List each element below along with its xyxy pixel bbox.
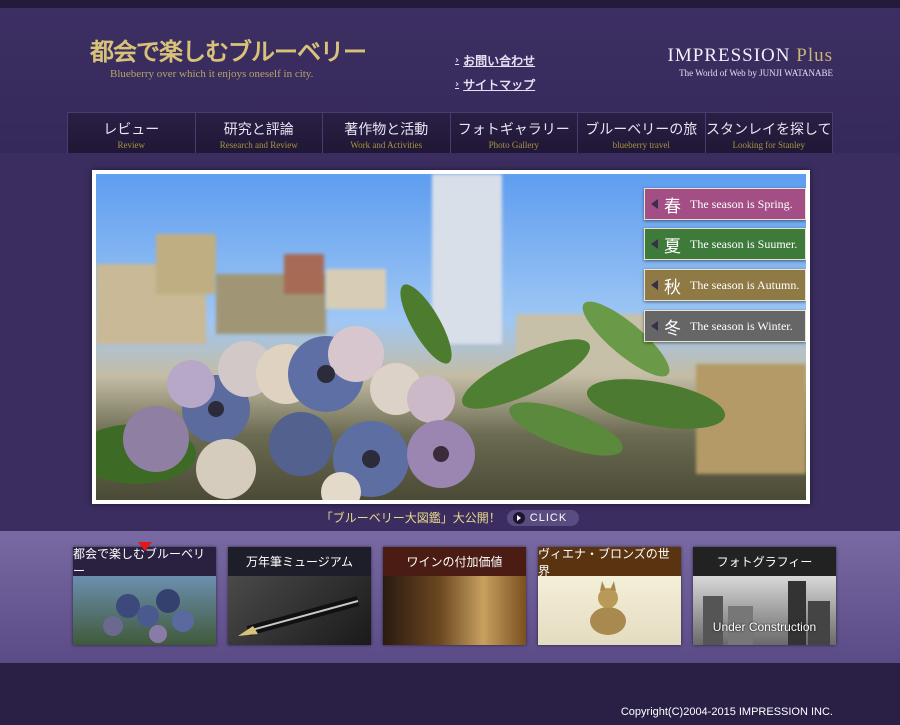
nav-item-label: 研究と評論 [223, 122, 294, 138]
sitemap-link-label: サイトマップ [463, 78, 536, 92]
season-label: The season is Spring. [690, 196, 793, 211]
season-kanji: 夏 [664, 236, 681, 257]
nav-item-label: スタンレイを探して [705, 122, 832, 138]
season-kanji: 春 [664, 196, 681, 217]
season-kanji: 秋 [664, 277, 681, 298]
season-label: The season is Suumer. [690, 236, 798, 251]
brand-tagline: The World of Web by JUNJI WATANABE [679, 68, 833, 78]
click-button-label: CLICK [529, 511, 568, 524]
hero-caption: 「ブルーベリー大図鑑」大公開！ CLICK [0, 507, 900, 526]
chevron-right-icon: › [455, 55, 460, 66]
nav-item-sublabel: Work and Activities [350, 140, 423, 150]
click-button[interactable]: CLICK [506, 509, 580, 526]
arrow-left-icon [651, 239, 658, 249]
brand-name: IMPRESSION Plus [668, 45, 833, 67]
arrow-left-icon [651, 321, 658, 331]
hero-banner: 春 The season is Spring. 夏 The season is Su… [92, 170, 810, 504]
arrow-left-icon [651, 280, 658, 290]
nav-item-sublabel: blueberry travel [612, 140, 670, 150]
season-kanji: 冬 [664, 318, 681, 339]
card-title: 都会で楽しむブルーベリー [73, 547, 216, 578]
copyright-text: Copyright(C)2004-2015 IMPRESSION INC. [620, 706, 833, 718]
nav-item-blueberry-travel[interactable]: ブルーベリーの旅 blueberry travel [578, 113, 706, 155]
card-wine[interactable]: ワインの付加価値 [383, 547, 526, 645]
card-image: Under Construction [693, 576, 836, 645]
arrow-left-icon [651, 199, 658, 209]
site-header: 都会で楽しむブルーベリー Blueberry over which it enj… [0, 8, 900, 155]
nav-item-sublabel: Looking for Stanley [732, 140, 806, 150]
nav-item-sublabel: Review [117, 140, 146, 150]
card-image [538, 576, 681, 645]
card-photography[interactable]: フォトグラフィー Under Construction [693, 547, 836, 645]
chevron-right-icon: › [455, 79, 460, 90]
card-blueberry[interactable]: 都会で楽しむブルーベリー [73, 542, 216, 645]
play-icon [512, 511, 525, 524]
nav-item-review[interactable]: レビュー Review [67, 113, 196, 155]
card-vienna-bronze[interactable]: ヴィエナ・ブロンズの世界 [538, 547, 681, 645]
nav-item-sublabel: Photo Gallery [488, 140, 539, 150]
season-autumn-button[interactable]: 秋 The season is Autumn. [644, 269, 806, 301]
card-title: フォトグラフィー [693, 547, 836, 576]
card-title: ヴィエナ・ブロンズの世界 [538, 547, 681, 578]
card-title: ワインの付加価値 [383, 547, 526, 576]
season-label: The season is Autumn. [690, 277, 800, 292]
brand-name-plus: Plus [796, 45, 833, 66]
season-summer-button[interactable]: 夏 The season is Suumer. [644, 228, 806, 260]
blueberry-thumb [103, 589, 194, 643]
skyline-thumb [703, 581, 830, 645]
nav-item-photo-gallery[interactable]: フォトギャラリー Photo Gallery [451, 113, 578, 155]
header-links: › お問い合わせ › サイトマップ [455, 52, 535, 100]
feature-cards: 都会で楽しむブルーベリー 万年筆ミュージアム ワインの付加価値 ヴィエナ・ブロン… [73, 542, 836, 645]
top-strip [0, 0, 900, 8]
nav-item-label: ブルーベリーの旅 [585, 122, 698, 138]
current-marker-icon [138, 542, 152, 551]
fountain-pen-thumb [238, 596, 360, 636]
season-spring-button[interactable]: 春 The season is Spring. [644, 188, 806, 220]
nav-item-label: フォトギャラリー [457, 122, 570, 138]
card-fountain-pen[interactable]: 万年筆ミュージアム [228, 547, 371, 645]
sitemap-link[interactable]: › サイトマップ [455, 76, 535, 93]
nav-item-label: 著作物と活動 [344, 122, 429, 138]
site-logo-title[interactable]: 都会で楽しむブルーベリー [90, 32, 367, 67]
season-winter-button[interactable]: 冬 The season is Winter. [644, 310, 806, 342]
card-image [73, 576, 216, 645]
main-nav: レビュー Review 研究と評論 Research and Review 著作… [67, 112, 833, 155]
nav-item-stanley[interactable]: スタンレイを探して Looking for Stanley [705, 113, 833, 155]
card-image [228, 576, 371, 645]
season-label: The season is Winter. [690, 318, 793, 333]
under-construction-label: Under Construction [712, 620, 817, 634]
contact-link[interactable]: › お問い合わせ [455, 52, 535, 69]
card-title: 万年筆ミュージアム [228, 547, 371, 576]
nav-item-sublabel: Research and Review [219, 140, 298, 150]
brand-name-main: IMPRESSION [667, 45, 791, 66]
nav-item-works[interactable]: 著作物と活動 Work and Activities [323, 113, 451, 155]
hero-caption-text: 「ブルーベリー大図鑑」大公開！ [320, 511, 501, 525]
hero-photo: 春 The season is Spring. 夏 The season is Su… [96, 174, 806, 500]
site-footer: Copyright(C)2004-2015 IMPRESSION INC. [0, 663, 900, 725]
site-logo-subtitle: Blueberry over which it enjoys oneself i… [110, 68, 314, 80]
brand-block[interactable]: IMPRESSION Plus The World of Web by JUNJ… [668, 45, 833, 78]
nav-item-label: レビュー [103, 122, 160, 138]
bronze-cat-thumb [590, 581, 626, 635]
card-image [383, 576, 526, 645]
contact-link-label: お問い合わせ [463, 54, 536, 68]
nav-item-research[interactable]: 研究と評論 Research and Review [196, 113, 323, 155]
